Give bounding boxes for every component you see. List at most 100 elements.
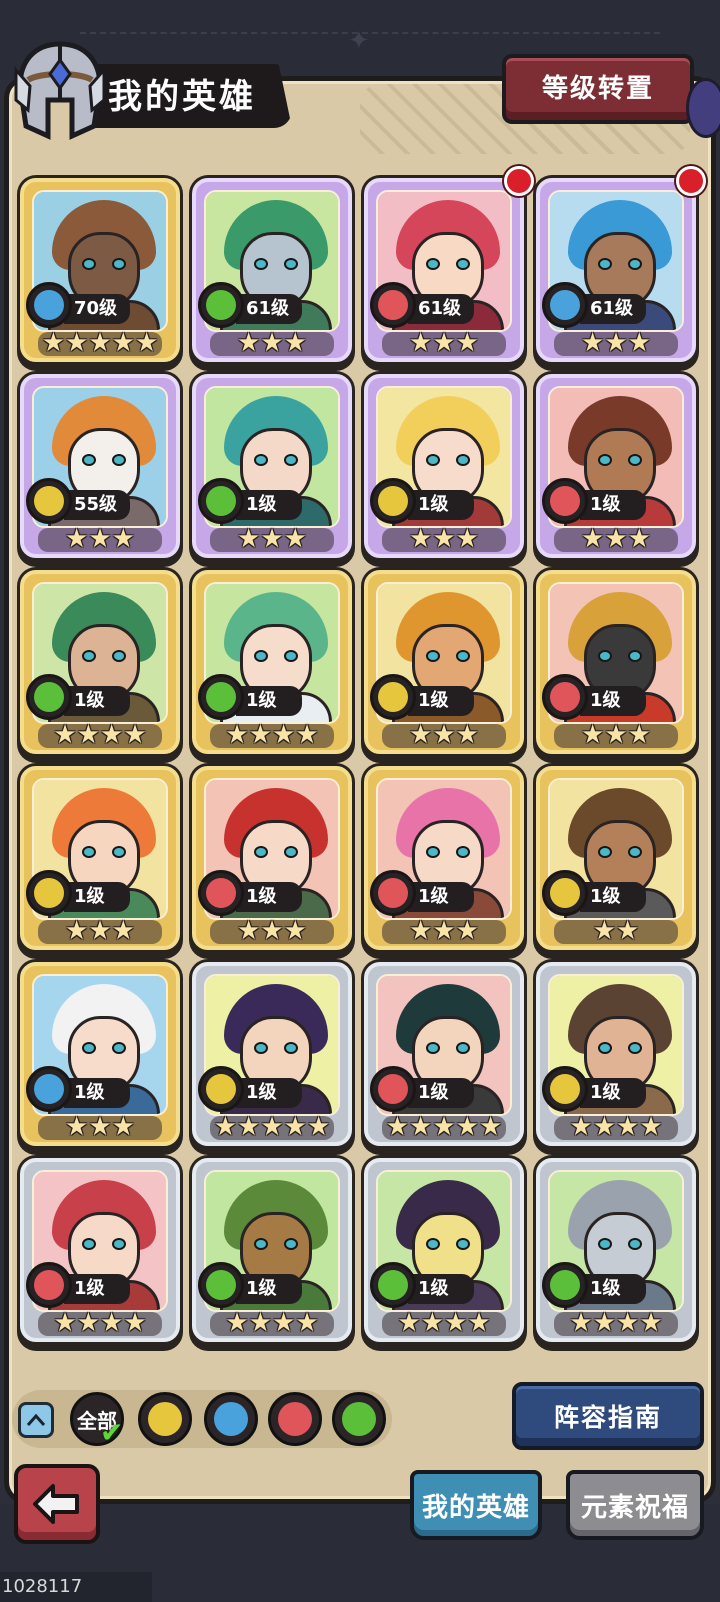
water-element-icon — [214, 1402, 248, 1436]
star-rating: ★ ★ ★ ★ — [368, 1310, 520, 1336]
filter-water[interactable] — [204, 1392, 258, 1446]
hero-level: 1级 — [246, 1278, 277, 1299]
star-rating: ★ ★ ★ — [368, 918, 520, 944]
filter-wind[interactable] — [332, 1392, 386, 1446]
star-rating: ★ ★ ★ — [24, 918, 176, 944]
hero-level: 61级 — [418, 298, 462, 319]
star-icon: ★ — [616, 1308, 640, 1338]
earth-element-icon — [26, 870, 72, 916]
star-icon: ★ — [592, 1112, 616, 1142]
hero-card[interactable]: 1级 ★ ★ ★ ★ ★ — [364, 962, 524, 1146]
star-icon: ★ — [385, 1112, 410, 1142]
star-icon: ★ — [397, 1308, 421, 1338]
hero-card[interactable]: 70级 ★ ★ ★ ★ ★ — [20, 178, 180, 362]
back-arrow-icon — [33, 1484, 79, 1524]
star-icon: ★ — [111, 1112, 135, 1142]
sparkle-icon: ✦ — [348, 26, 370, 56]
star-icon: ★ — [237, 524, 261, 554]
hero-card[interactable]: 1级 ★ ★ ★ — [536, 570, 696, 754]
chevron-up-icon — [26, 1413, 46, 1426]
hero-card[interactable]: 1级 ★ ★ ★ — [192, 374, 352, 558]
tab-element-blessing[interactable]: 元素祝福 — [566, 1470, 704, 1540]
hero-card[interactable]: 1级 ★ ★ ★ ★ — [192, 570, 352, 754]
tab-my-heroes[interactable]: 我的英雄 — [410, 1470, 542, 1540]
star-icon: ★ — [455, 916, 479, 946]
hero-card[interactable]: 1级 ★ ★ — [536, 766, 696, 950]
hero-card[interactable]: 1级 ★ ★ ★ ★ — [536, 1158, 696, 1342]
hero-card[interactable]: 1级 ★ ★ ★ ★ — [536, 962, 696, 1146]
earth-element-icon — [26, 478, 72, 524]
star-icon: ★ — [478, 1112, 503, 1142]
hero-level: 1级 — [418, 1082, 449, 1103]
back-button[interactable] — [14, 1464, 100, 1544]
hero-card[interactable]: 1级 ★ ★ ★ ★ ★ — [192, 962, 352, 1146]
hero-card[interactable]: 1级 ★ ★ ★ ★ — [20, 570, 180, 754]
hero-card[interactable]: 1级 ★ ★ ★ — [364, 374, 524, 558]
star-icon: ★ — [409, 328, 433, 358]
hero-level: 1级 — [74, 1082, 105, 1103]
star-icon: ★ — [604, 328, 628, 358]
earth-element-icon — [542, 1066, 588, 1112]
star-icon: ★ — [581, 328, 605, 358]
hero-card[interactable]: 1级 ★ ★ ★ ★ — [192, 1158, 352, 1342]
star-icon: ★ — [100, 720, 124, 750]
star-icon: ★ — [213, 1112, 238, 1142]
star-icon: ★ — [432, 720, 456, 750]
hero-level: 1级 — [418, 1278, 449, 1299]
notification-badge — [504, 166, 534, 196]
hero-card[interactable]: 1级 ★ ★ ★ — [192, 766, 352, 950]
star-icon: ★ — [283, 916, 307, 946]
tab-element-blessing-label: 元素祝福 — [580, 1492, 689, 1523]
hero-level: 1级 — [74, 886, 105, 907]
level-reset-button[interactable]: 等级转置 — [502, 54, 694, 124]
hero-card[interactable]: 61级 ★ ★ ★ — [192, 178, 352, 362]
star-rating: ★ ★ ★ ★ — [196, 722, 348, 748]
star-icon: ★ — [283, 524, 307, 554]
hero-card[interactable]: 1级 ★ ★ ★ — [364, 570, 524, 754]
star-icon: ★ — [409, 1112, 433, 1142]
earth-element-icon — [542, 870, 588, 916]
star-icon: ★ — [225, 1308, 249, 1338]
page-title: 我的英雄 — [108, 77, 256, 117]
hero-card[interactable]: 1级 ★ ★ ★ ★ — [20, 1158, 180, 1342]
hero-card[interactable]: 1级 ★ ★ ★ — [364, 766, 524, 950]
hero-card[interactable]: 1级 ★ ★ ★ — [536, 374, 696, 558]
hero-card[interactable]: 1级 ★ ★ ★ — [20, 962, 180, 1146]
hero-card[interactable]: 1级 ★ ★ ★ — [20, 766, 180, 950]
star-rating: ★ ★ ★ — [196, 330, 348, 356]
hero-card[interactable]: 61级 ★ ★ ★ — [364, 178, 524, 362]
earth-element-icon — [370, 674, 416, 720]
star-icon: ★ — [295, 720, 319, 750]
star-icon: ★ — [455, 1112, 479, 1142]
star-rating: ★ ★ ★ ★ ★ — [196, 1114, 348, 1140]
filter-earth[interactable] — [138, 1392, 192, 1446]
star-icon: ★ — [260, 1112, 284, 1142]
hero-card[interactable]: 55级 ★ ★ ★ — [20, 374, 180, 558]
hero-card[interactable]: 1级 ★ ★ ★ ★ — [364, 1158, 524, 1342]
star-rating: ★ ★ ★ — [540, 722, 692, 748]
star-icon: ★ — [225, 720, 249, 750]
star-icon: ★ — [627, 720, 651, 750]
star-icon: ★ — [134, 328, 159, 358]
water-element-icon — [26, 282, 72, 328]
star-icon: ★ — [592, 1308, 616, 1338]
hero-card[interactable]: 61级 ★ ★ ★ — [536, 178, 696, 362]
side-orb-decoration — [686, 78, 720, 138]
star-rating: ★ ★ ★ — [368, 722, 520, 748]
star-icon: ★ — [65, 916, 89, 946]
star-icon: ★ — [581, 720, 605, 750]
star-icon: ★ — [123, 720, 147, 750]
star-icon: ★ — [569, 1112, 593, 1142]
wind-element-icon — [342, 1402, 376, 1436]
filter-fire[interactable] — [268, 1392, 322, 1446]
collapse-button[interactable] — [18, 1402, 54, 1438]
top-decoration-line — [80, 32, 660, 34]
star-rating: ★ ★ ★ — [540, 330, 692, 356]
star-icon: ★ — [444, 1308, 468, 1338]
star-icon: ★ — [420, 1308, 444, 1338]
star-icon: ★ — [409, 720, 433, 750]
lineup-guide-button[interactable]: 阵容指南 — [512, 1382, 704, 1450]
star-rating: ★ ★ ★ — [24, 526, 176, 552]
star-rating: ★ ★ — [540, 918, 692, 944]
star-icon: ★ — [272, 720, 296, 750]
